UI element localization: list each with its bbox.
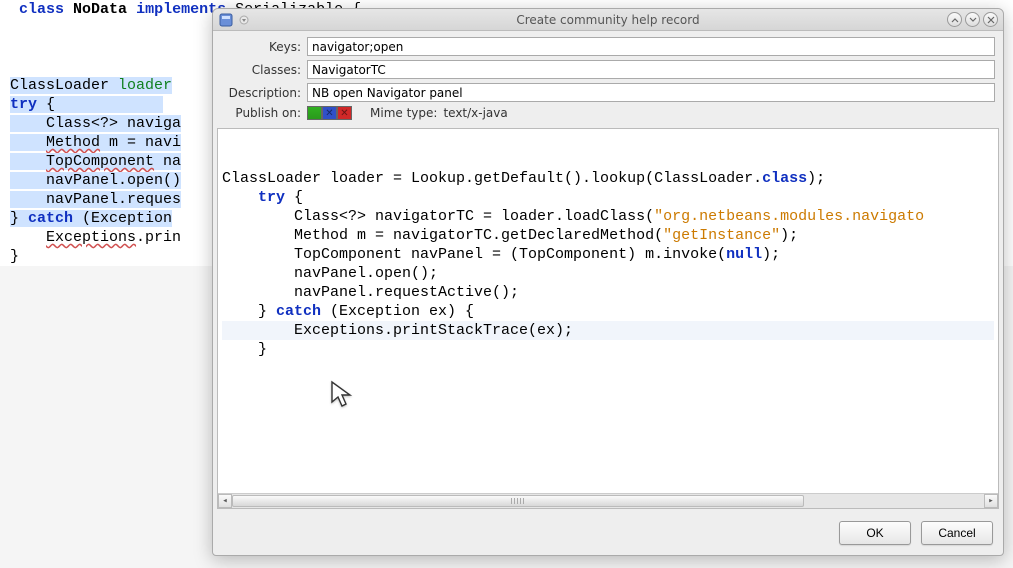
- form-area: Keys: navigator;open Classes: NavigatorT…: [213, 31, 1003, 128]
- app-icon: [219, 13, 233, 27]
- titlebar[interactable]: Create community help record: [213, 9, 1003, 31]
- classes-label: Classes:: [221, 63, 307, 77]
- code-line: navPanel.requestActive();: [222, 283, 994, 302]
- code-preview[interactable]: ClassLoader loader = Lookup.getDefault()…: [217, 128, 999, 509]
- cancel-button[interactable]: Cancel: [921, 521, 993, 545]
- horizontal-scrollbar[interactable]: ◂ ▸: [218, 493, 998, 508]
- code-line: Method m = navigatorTC.getDeclaredMethod…: [222, 226, 994, 245]
- code-line: Exceptions.printStackTrace(ex);: [222, 321, 994, 340]
- dialog-create-community-help: Create community help record Keys: navig…: [212, 8, 1004, 556]
- code-line: ClassLoader loader = Lookup.getDefault()…: [222, 169, 994, 188]
- ok-button[interactable]: OK: [839, 521, 911, 545]
- publish-flags[interactable]: [307, 106, 352, 120]
- mime-value: text/x-java: [443, 106, 507, 120]
- publish-flag-green[interactable]: [307, 106, 322, 120]
- classes-input[interactable]: NavigatorTC: [307, 60, 995, 79]
- code-line: } catch (Exception ex) {: [222, 302, 994, 321]
- code-line: try {: [222, 188, 994, 207]
- publish-flag-blue[interactable]: [322, 106, 337, 120]
- minimize-button[interactable]: [947, 12, 962, 27]
- description-label: Description:: [221, 86, 307, 100]
- keys-label: Keys:: [221, 40, 307, 54]
- dialog-title: Create community help record: [213, 13, 1003, 27]
- code-line: Class<?> navigatorTC = loader.loadClass(…: [222, 207, 994, 226]
- description-input[interactable]: NB open Navigator panel: [307, 83, 995, 102]
- keys-input[interactable]: navigator;open: [307, 37, 995, 56]
- code-line: }: [222, 340, 994, 359]
- scroll-thumb[interactable]: [232, 495, 804, 507]
- scroll-right-button[interactable]: ▸: [984, 494, 998, 508]
- scroll-left-button[interactable]: ◂: [218, 494, 232, 508]
- dropdown-icon[interactable]: [237, 13, 251, 27]
- dialog-buttons: OK Cancel: [213, 513, 1003, 555]
- scroll-track[interactable]: [232, 494, 984, 508]
- code-line: navPanel.open();: [222, 264, 994, 283]
- mime-label: Mime type:: [370, 106, 437, 120]
- maximize-button[interactable]: [965, 12, 980, 27]
- code-line: TopComponent navPanel = (TopComponent) m…: [222, 245, 994, 264]
- publish-label: Publish on:: [221, 106, 307, 120]
- close-button[interactable]: [983, 12, 998, 27]
- publish-flag-red[interactable]: [337, 106, 352, 120]
